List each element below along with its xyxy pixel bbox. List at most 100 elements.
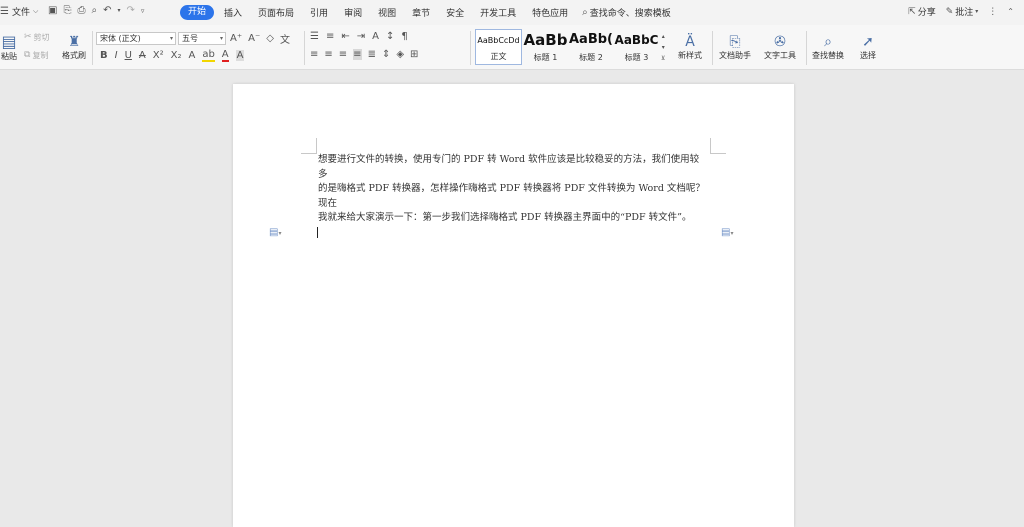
tab-review[interactable]: 审阅 xyxy=(336,6,370,19)
superscript-icon[interactable]: X² xyxy=(153,50,164,61)
select-button[interactable]: ➚ 选择 xyxy=(852,29,884,65)
format-painter-button[interactable]: ♜ 格式刷 xyxy=(60,29,88,65)
chevron-up-icon[interactable]: ▴ xyxy=(661,31,665,42)
paragraph-layout-icon[interactable]: ▤▾ xyxy=(269,227,281,238)
grow-font-icon[interactable]: A⁺ xyxy=(230,31,242,46)
collapse-ribbon-icon[interactable]: ⌃ xyxy=(1007,7,1014,16)
more-icon[interactable]: ⋮ xyxy=(988,7,997,17)
divider xyxy=(806,31,807,65)
comment-icon: ✎ xyxy=(945,6,954,17)
style-heading-1[interactable]: AaBb 标题 1 xyxy=(523,29,568,65)
chevron-down-icon[interactable]: ▾ xyxy=(661,42,665,53)
shrink-font-icon[interactable]: A⁻ xyxy=(248,31,260,46)
scissors-icon: ✂ xyxy=(24,32,32,42)
italic-icon[interactable]: I xyxy=(115,50,118,61)
show-marks-icon[interactable]: ¶ xyxy=(401,31,407,42)
font-name-value: 宋体 (正文) xyxy=(100,34,141,43)
style-heading-3[interactable]: AaBbC 标题 3 xyxy=(614,29,659,65)
copy-button[interactable]: ⧉ 复制 xyxy=(24,49,48,61)
style-heading-3-sample: AaBbC xyxy=(614,33,659,47)
sort-icon[interactable]: ↕ xyxy=(386,31,394,42)
magnifier-icon: ⌕ xyxy=(824,33,832,50)
share-label: 分享 xyxy=(917,8,936,18)
style-normal-sample: AaBbCcDd xyxy=(477,36,520,45)
cut-label: 剪切 xyxy=(33,32,50,42)
font-size-value: 五号 xyxy=(182,34,198,43)
chevron-down-icon: ▾ xyxy=(219,35,223,42)
font-name-select[interactable]: 宋体 (正文) ▾ xyxy=(96,32,176,45)
print-preview-icon[interactable]: ⌕ xyxy=(91,5,97,16)
align-center-icon[interactable]: ≡ xyxy=(324,49,332,60)
divider xyxy=(470,31,471,65)
new-style-button[interactable]: Ä 新样式 xyxy=(672,29,708,65)
doc-helper-button[interactable]: ⎘ 文档助手 xyxy=(716,29,754,65)
char-shading-icon[interactable]: A xyxy=(235,50,245,61)
redo-icon[interactable]: ↷ xyxy=(126,5,134,16)
phonetic-guide-icon[interactable]: 文 xyxy=(280,31,290,46)
decrease-indent-icon[interactable]: ⇤ xyxy=(341,31,349,42)
tab-special[interactable]: 特色应用 xyxy=(524,6,576,19)
doc-helper-icon: ⎘ xyxy=(729,33,741,50)
text-effect-icon[interactable]: A xyxy=(188,50,195,61)
strikethrough-icon[interactable]: A xyxy=(139,50,146,61)
comment-button[interactable]: ✎ 批注 ▾ xyxy=(945,5,979,19)
print-icon[interactable]: ⎙ xyxy=(77,5,85,16)
document-body[interactable]: 想要进行文件的转换，使用专门的 PDF 转 Word 软件应该是比较稳妥的方法，… xyxy=(318,153,713,226)
style-heading-2-name: 标题 2 xyxy=(579,53,603,62)
style-heading-2[interactable]: AaBb( 标题 2 xyxy=(569,29,613,65)
numbered-list-icon[interactable]: ≡ xyxy=(326,31,334,42)
chevron-down-icon: ▾ xyxy=(169,35,173,42)
command-search[interactable]: ⌕ 查找命令、搜索模板 xyxy=(582,6,671,19)
style-heading-1-sample: AaBb xyxy=(523,31,568,49)
tab-page-layout[interactable]: 页面布局 xyxy=(250,6,302,19)
chevron-down-icon: ⌵ xyxy=(32,7,39,15)
undo-icon[interactable]: ↶ xyxy=(103,5,111,16)
cut-button[interactable]: ✂ 剪切 xyxy=(24,31,50,43)
tab-section[interactable]: 章节 xyxy=(404,6,438,19)
paste-button[interactable]: ▤ 粘贴 xyxy=(0,29,18,65)
export-icon[interactable]: ⎘ xyxy=(63,5,71,16)
menu-bar: ☰ 文件 ⌵ ▣ ⎘ ⎙ ⌕ ↶ ▾ ↷ ▿ 开始 插入 页面布局 引用 审阅 … xyxy=(0,0,1024,25)
divider xyxy=(304,31,305,65)
brush-icon: ♜ xyxy=(67,33,81,50)
tab-insert[interactable]: 插入 xyxy=(216,6,250,19)
distribute-icon[interactable]: ≣ xyxy=(368,49,376,60)
customize-dropdown-icon[interactable]: ▿ xyxy=(141,7,145,15)
more-styles-icon[interactable]: ⊻ xyxy=(661,53,665,64)
paste-options-icon[interactable]: ▤▾ xyxy=(721,227,733,238)
clear-format-icon[interactable]: ◇ xyxy=(266,31,274,46)
tab-developer[interactable]: 开发工具 xyxy=(472,6,524,19)
font-size-select[interactable]: 五号 ▾ xyxy=(178,32,226,45)
wrench-icon: ✇ xyxy=(774,33,786,50)
document-page[interactable]: 想要进行文件的转换，使用专门的 PDF 转 Word 软件应该是比较稳妥的方法，… xyxy=(233,84,794,527)
share-button[interactable]: ⇱ 分享 xyxy=(908,5,936,19)
paragraph-line: 多 xyxy=(318,168,328,180)
find-replace-button[interactable]: ⌕ 查找替换 xyxy=(808,29,848,65)
text-cursor xyxy=(317,227,318,238)
bullet-list-icon[interactable]: ☰ xyxy=(310,31,319,42)
text-tools-button[interactable]: ✇ 文字工具 xyxy=(757,29,803,65)
increase-indent-icon[interactable]: ⇥ xyxy=(357,31,365,42)
file-menu[interactable]: ☰ 文件 ⌵ xyxy=(0,5,38,18)
undo-dropdown-icon[interactable]: ▾ xyxy=(117,7,120,14)
save-icon[interactable]: ▣ xyxy=(48,5,57,16)
chinese-layout-icon[interactable]: A xyxy=(372,31,379,42)
line-spacing-icon[interactable]: ⇕ xyxy=(382,49,390,60)
borders-icon[interactable]: ⊞ xyxy=(410,49,418,60)
align-left-icon[interactable]: ≡ xyxy=(310,49,318,60)
tab-security[interactable]: 安全 xyxy=(438,6,472,19)
subscript-icon[interactable]: X₂ xyxy=(171,50,182,61)
style-heading-1-name: 标题 1 xyxy=(533,53,558,62)
justify-icon[interactable]: ≡ xyxy=(353,49,362,60)
tab-home[interactable]: 开始 xyxy=(180,5,215,20)
shading-icon[interactable]: ◈ xyxy=(396,49,404,60)
style-normal[interactable]: AaBbCcDd 正文 xyxy=(475,29,522,65)
font-color-icon[interactable]: A xyxy=(221,49,229,62)
tab-references[interactable]: 引用 xyxy=(302,6,336,19)
tab-view[interactable]: 视图 xyxy=(370,6,404,19)
bold-icon[interactable]: B xyxy=(100,50,108,61)
highlight-icon[interactable]: ab xyxy=(202,49,215,62)
underline-icon[interactable]: U xyxy=(125,50,132,61)
align-right-icon[interactable]: ≡ xyxy=(339,49,347,60)
share-icon: ⇱ xyxy=(908,6,916,17)
